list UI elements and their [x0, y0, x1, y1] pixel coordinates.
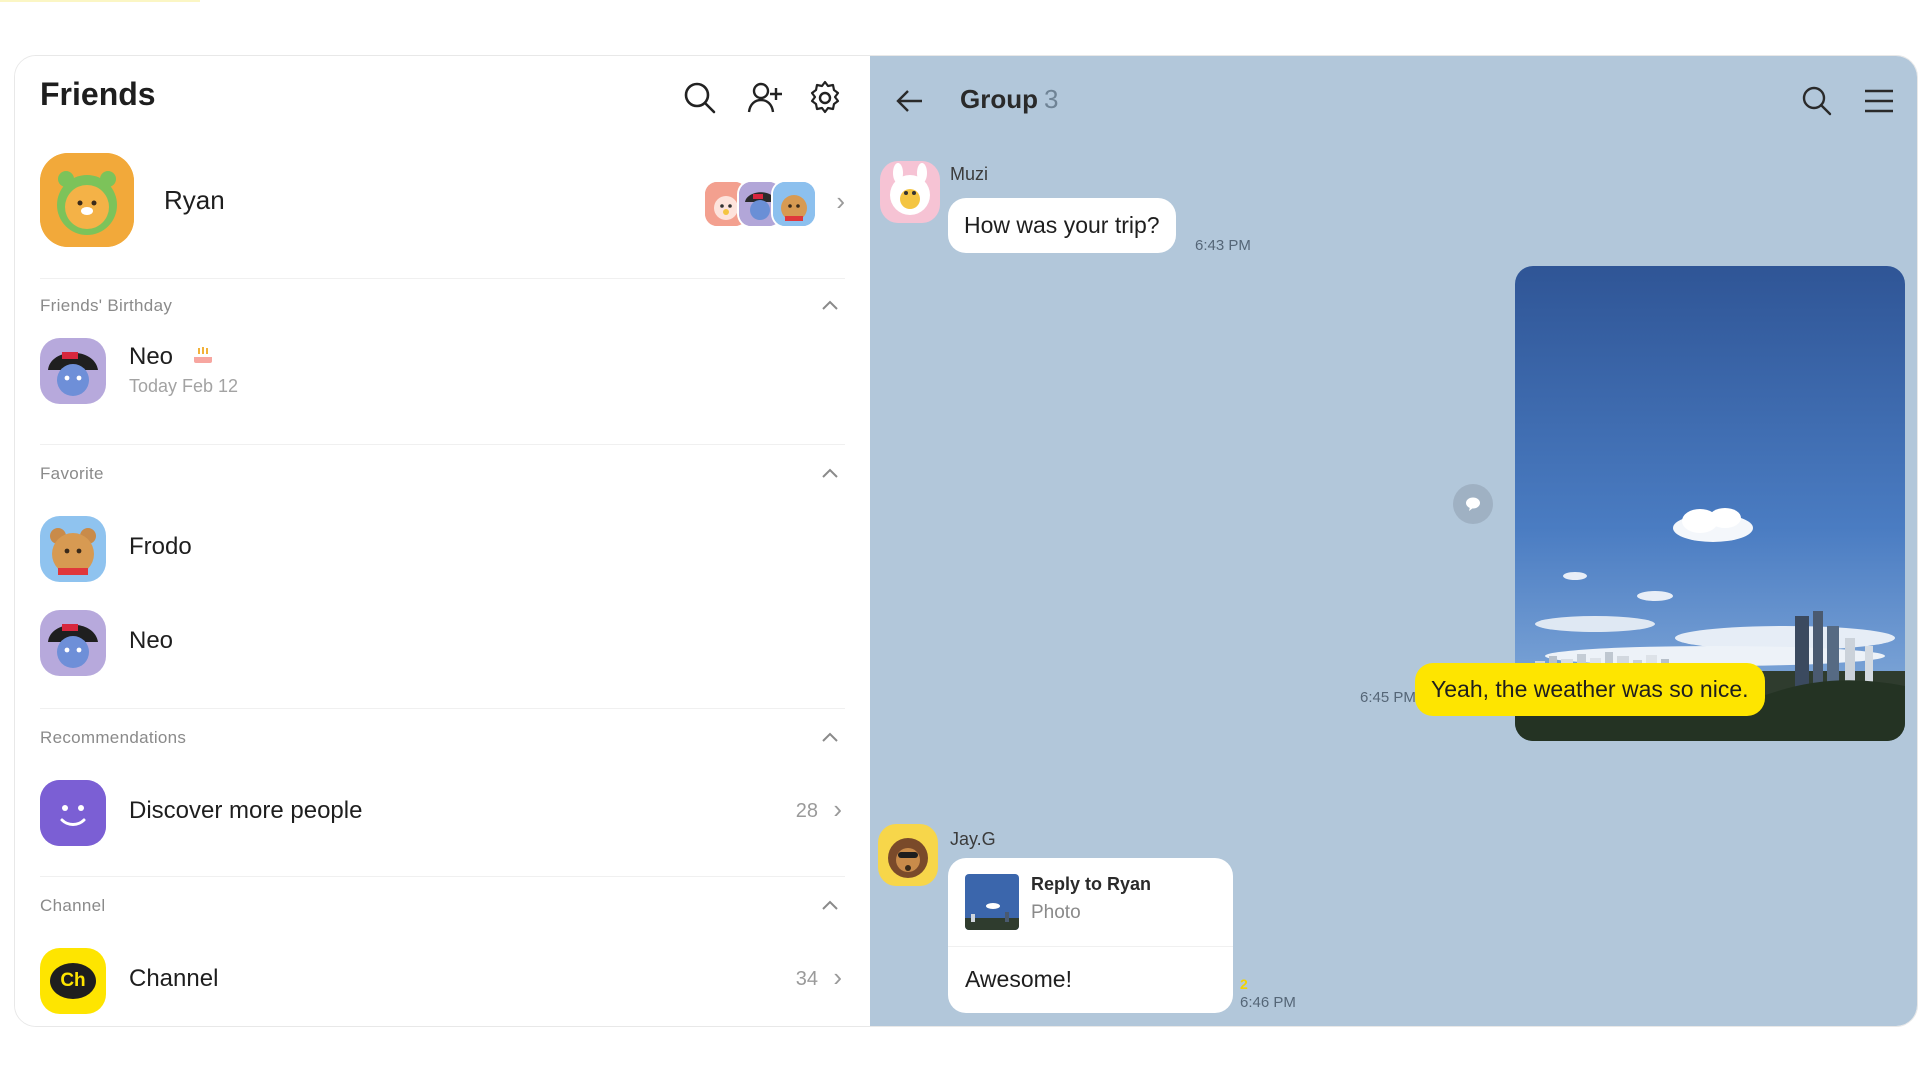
section-title-recommendations: Recommendations [40, 728, 187, 747]
chat-title: Group 3 [960, 84, 1058, 115]
chevron-right-icon[interactable]: › [833, 794, 842, 825]
app-window: Friends Ryan › Friends' Birthday Neo Tod… [14, 55, 1918, 1027]
divider [40, 876, 845, 877]
avatar[interactable] [880, 161, 940, 223]
avatar[interactable] [40, 153, 134, 247]
reply-target: Reply to Ryan [1031, 874, 1152, 894]
profile-name: Ryan [164, 185, 225, 215]
avatar [771, 180, 817, 228]
divider [40, 444, 845, 445]
my-profile-row[interactable]: Ryan › [40, 153, 845, 253]
message-text: Awesome! [965, 966, 1072, 992]
page-title: Friends [40, 76, 156, 112]
message-time: 6:43 PM [1195, 237, 1251, 254]
recommendation-count: 28 [795, 800, 818, 822]
avatar [40, 338, 106, 404]
friends-header: Friends [40, 56, 845, 146]
chevron-up-icon[interactable] [818, 294, 842, 318]
channel-count: 34 [795, 968, 818, 990]
list-item[interactable]: Ch Channel 34 › [15, 948, 870, 1016]
birthday-date: Today Feb 12 [129, 376, 239, 396]
add-friend-icon[interactable] [745, 78, 785, 118]
message-time: 6:46 PM [1240, 994, 1296, 1011]
member-count: 3 [1044, 84, 1059, 114]
discover-label: Discover more people [129, 797, 363, 824]
top-highlight-strip [0, 0, 200, 12]
chevron-up-icon[interactable] [818, 462, 842, 486]
back-arrow-icon[interactable] [892, 83, 928, 119]
avatar[interactable] [878, 824, 938, 886]
friend-name: Frodo [129, 533, 192, 560]
list-item[interactable]: Frodo [15, 516, 870, 584]
channel-logo-icon: Ch [40, 948, 106, 1014]
channel-label: Channel [129, 965, 219, 992]
settings-icon[interactable] [805, 78, 845, 118]
section-title-birthday: Friends' Birthday [40, 296, 173, 315]
message-time: 6:45 PM [1360, 689, 1416, 706]
birthday-cake-icon [190, 340, 216, 366]
message-bubble[interactable]: How was your trip? [948, 198, 1176, 253]
section-title-channel: Channel [40, 896, 106, 915]
reply-photo-thumbnail [965, 874, 1019, 930]
list-item[interactable]: Neo [15, 610, 870, 678]
sender-name: Muzi [950, 164, 989, 184]
reply-type: Photo [1031, 902, 1081, 923]
message-bubble[interactable]: Yeah, the weather was so nice. [1415, 663, 1765, 716]
avatar [40, 610, 106, 676]
channel-logo-text: Ch [50, 963, 96, 999]
divider [40, 708, 845, 709]
chevron-right-icon[interactable]: › [833, 962, 842, 993]
avatar [40, 516, 106, 582]
section-title-favorite: Favorite [40, 464, 104, 483]
profile-friends-preview[interactable] [703, 180, 817, 228]
divider [948, 946, 1233, 947]
list-item[interactable]: Discover more people 28 › [15, 780, 870, 848]
chevron-right-icon[interactable]: › [836, 186, 845, 217]
share-bubble-icon[interactable] [1453, 484, 1493, 524]
discover-icon [40, 780, 106, 846]
friend-name: Neo [129, 343, 174, 370]
list-item[interactable]: Neo Today Feb 12 [15, 338, 870, 408]
chat-name: Group [960, 84, 1038, 114]
friend-name: Neo [129, 627, 174, 654]
search-icon[interactable] [680, 78, 720, 118]
friends-panel: Friends Ryan › Friends' Birthday Neo Tod… [15, 56, 870, 1026]
sender-name: Jay.G [950, 829, 996, 849]
chevron-up-icon[interactable] [818, 894, 842, 918]
unread-count: 2 [1240, 976, 1248, 992]
search-icon[interactable] [1799, 83, 1835, 119]
divider [40, 278, 845, 279]
reply-message-card[interactable]: Reply to Ryan Photo Awesome! [948, 858, 1233, 1013]
chevron-up-icon[interactable] [818, 726, 842, 750]
chat-panel: Group3 Muzi How was your trip? 6:43 PM [870, 56, 1917, 1026]
menu-icon[interactable] [1861, 83, 1897, 119]
